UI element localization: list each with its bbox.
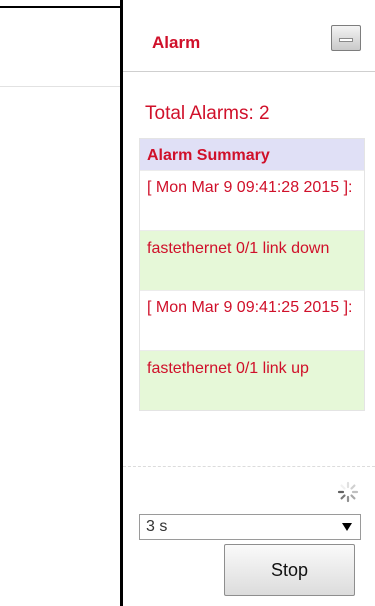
alarm-summary-table: Alarm Summary [ Mon Mar 9 09:41:28 2015 … — [139, 138, 365, 411]
refresh-interval-select[interactable]: 3 s — [139, 514, 361, 540]
stop-button[interactable]: Stop — [224, 544, 355, 596]
alarm-message-row: fastethernet 0/1 link up — [140, 350, 364, 410]
alarm-message-row: fastethernet 0/1 link down — [140, 230, 364, 290]
panel-footer-separator — [123, 466, 375, 467]
alarm-panel-header: Alarm — [123, 0, 375, 72]
top-rule — [0, 6, 120, 8]
minimize-button[interactable] — [331, 25, 361, 51]
total-alarms: Total Alarms: 2 — [145, 103, 270, 124]
alarm-panel: Alarm Total Alarms: 2 Alarm Summary [ Mo… — [123, 0, 375, 606]
minimize-icon — [340, 39, 352, 41]
alarm-time-row: [ Mon Mar 9 09:41:28 2015 ]: — [140, 170, 364, 230]
alarm-time-row: [ Mon Mar 9 09:41:25 2015 ]: — [140, 290, 364, 350]
app-window: Alarm Total Alarms: 2 Alarm Summary [ Mo… — [0, 0, 375, 606]
refresh-interval-value: 3 s — [146, 518, 168, 535]
alarm-summary-header: Alarm Summary — [140, 139, 364, 170]
panel-title: Alarm — [152, 33, 201, 52]
dropdown-arrow-icon — [342, 523, 352, 531]
loading-spinner-icon — [337, 481, 359, 503]
main-area-separator — [0, 86, 120, 87]
